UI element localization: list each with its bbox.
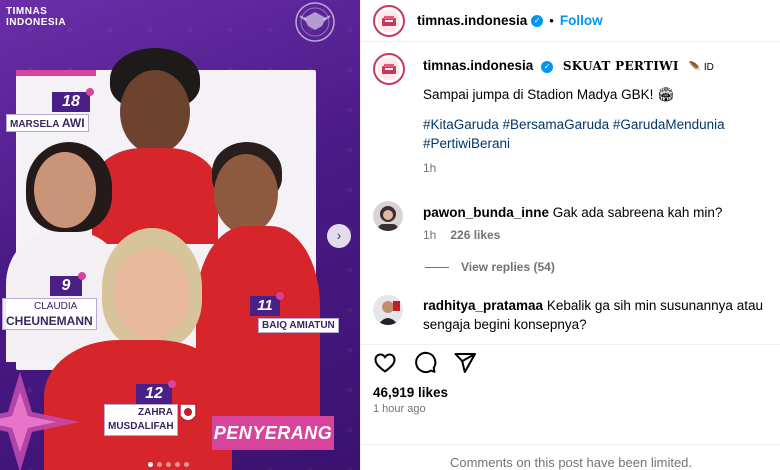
player-name-18: MARSELA AWI bbox=[6, 114, 89, 132]
carousel-dot bbox=[175, 462, 180, 467]
comments-section[interactable]: timnas.indonesia ✓ SKUAT PERTIWI 🪶 ID Sa… bbox=[361, 43, 780, 343]
federation-badge-icon bbox=[179, 403, 197, 422]
card-accent-stripe bbox=[16, 70, 96, 76]
position-label: PENYERANG bbox=[212, 416, 334, 450]
carousel-dot bbox=[157, 462, 162, 467]
comment-text: Kebalik ga sih min susunannya atau bbox=[546, 298, 763, 313]
sponsor-label: erspo bbox=[106, 404, 131, 414]
garuda-crest-icon bbox=[295, 2, 335, 42]
verified-badge-icon: ✓ bbox=[531, 14, 544, 27]
player-name-9: CLAUDIA CHEUNEMANN bbox=[2, 298, 97, 330]
comment-icon[interactable] bbox=[413, 351, 437, 375]
caption-username[interactable]: timnas.indonesia bbox=[423, 58, 533, 73]
player-number-12: 12 bbox=[136, 380, 176, 404]
caption-time: 1h bbox=[423, 161, 437, 175]
comment-likes[interactable]: 226 likes bbox=[450, 228, 500, 242]
player-number-9: 9 bbox=[50, 272, 86, 296]
follow-button[interactable]: Follow bbox=[560, 13, 603, 28]
comment-item: pawon_bunda_inne Gak ada sabreena kah mi… bbox=[423, 203, 773, 274]
comment-text-continued: sengaja begini konsepnya? bbox=[423, 317, 587, 332]
carousel-dot bbox=[166, 462, 171, 467]
player-name-11: BAIQ AMIATUN bbox=[258, 318, 339, 333]
caption-hashtags[interactable]: #KitaGaruda #BersamaGaruda #GarudaMendun… bbox=[423, 115, 773, 153]
comment-time: 1h bbox=[423, 228, 437, 242]
heart-icon[interactable] bbox=[373, 351, 397, 375]
post-sidebar: timnas.indonesia ✓ • Follow timnas.indon… bbox=[360, 0, 780, 470]
user-avatar-icon bbox=[378, 206, 398, 231]
post-media[interactable]: TIMNAS INDONESIA 18 MARSELA AWI 9 CLAUDI… bbox=[0, 0, 360, 470]
star-decoration-icon bbox=[0, 372, 80, 470]
caption-text: Sampai jumpa di Stadion Madya GBK! 🏟 bbox=[423, 87, 675, 102]
comment-item: radhitya_pratamaa Kebalik ga sih min sus… bbox=[423, 296, 773, 334]
chevron-right-icon: › bbox=[336, 227, 342, 243]
carousel-next-button[interactable]: › bbox=[327, 224, 351, 248]
post-header: timnas.indonesia ✓ • Follow bbox=[361, 0, 780, 42]
likes-count[interactable]: 46,919 likes bbox=[373, 385, 769, 400]
carousel-dots bbox=[148, 462, 189, 467]
player-number-11: 11 bbox=[250, 292, 284, 316]
caption-title: SKUAT PERTIWI bbox=[562, 59, 679, 73]
caption: timnas.indonesia ✓ SKUAT PERTIWI 🪶 ID Sa… bbox=[423, 56, 773, 175]
team-logo-icon bbox=[382, 15, 396, 26]
caption-avatar[interactable] bbox=[373, 53, 405, 85]
share-icon[interactable] bbox=[453, 351, 477, 375]
comments-limited-notice: Comments on this post have been limited. bbox=[361, 444, 780, 470]
profile-avatar[interactable] bbox=[373, 4, 405, 37]
comment-text: Gak ada sabreena kah min? bbox=[552, 205, 723, 220]
post-time: 1 hour ago bbox=[373, 403, 426, 415]
user-avatar-icon bbox=[373, 295, 403, 325]
brand-logo: TIMNAS INDONESIA bbox=[6, 6, 67, 28]
team-logo-icon bbox=[382, 64, 396, 74]
comment-avatar[interactable] bbox=[373, 201, 403, 231]
comment-username[interactable]: radhitya_pratamaa bbox=[423, 298, 543, 313]
carousel-dot bbox=[184, 462, 189, 467]
verified-badge-icon: ✓ bbox=[541, 61, 554, 73]
comment-username[interactable]: pawon_bunda_inne bbox=[423, 205, 549, 220]
flag-icon: 🪶 ID bbox=[688, 62, 714, 73]
header-username[interactable]: timnas.indonesia bbox=[417, 13, 527, 28]
header-separator: • bbox=[549, 13, 554, 28]
comment-avatar[interactable] bbox=[373, 295, 403, 325]
player-number-18: 18 bbox=[52, 88, 94, 112]
view-replies-button[interactable]: View replies (54) bbox=[425, 260, 773, 274]
carousel-dot bbox=[148, 462, 153, 467]
